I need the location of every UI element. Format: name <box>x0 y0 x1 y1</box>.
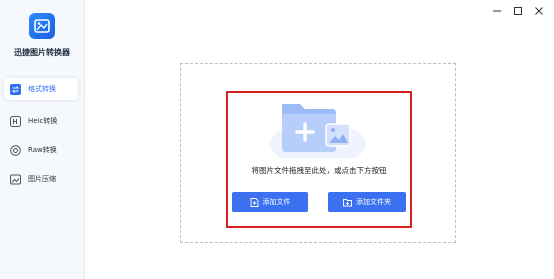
sidebar: 迅捷图片转换器 格式转换 Heic转换 Raw转换 图片压缩 <box>0 0 85 279</box>
sidebar-item-label: 格式转换 <box>28 85 56 93</box>
sidebar-item-raw-convert[interactable]: Raw转换 <box>4 139 78 161</box>
raw-icon <box>10 144 21 156</box>
close-icon <box>535 7 543 15</box>
image-compress-icon <box>10 174 21 185</box>
maximize-icon <box>514 7 522 15</box>
sidebar-item-label: 图片压缩 <box>28 175 56 183</box>
app-title: 迅捷图片转换器 <box>14 48 70 57</box>
sidebar-item-label: Heic转换 <box>28 117 58 125</box>
swap-icon <box>10 83 21 95</box>
close-button[interactable] <box>533 5 545 17</box>
app-logo-icon <box>29 13 55 39</box>
heic-icon <box>10 115 21 127</box>
minimize-button[interactable] <box>491 5 503 17</box>
sidebar-item-heic-convert[interactable]: Heic转换 <box>4 110 78 132</box>
sidebar-item-format-convert[interactable]: 格式转换 <box>4 78 78 100</box>
highlight-frame <box>226 91 412 228</box>
maximize-button[interactable] <box>512 5 524 17</box>
minimize-icon <box>493 10 501 12</box>
sidebar-item-image-compress[interactable]: 图片压缩 <box>4 168 78 190</box>
sidebar-item-label: Raw转换 <box>28 146 57 154</box>
